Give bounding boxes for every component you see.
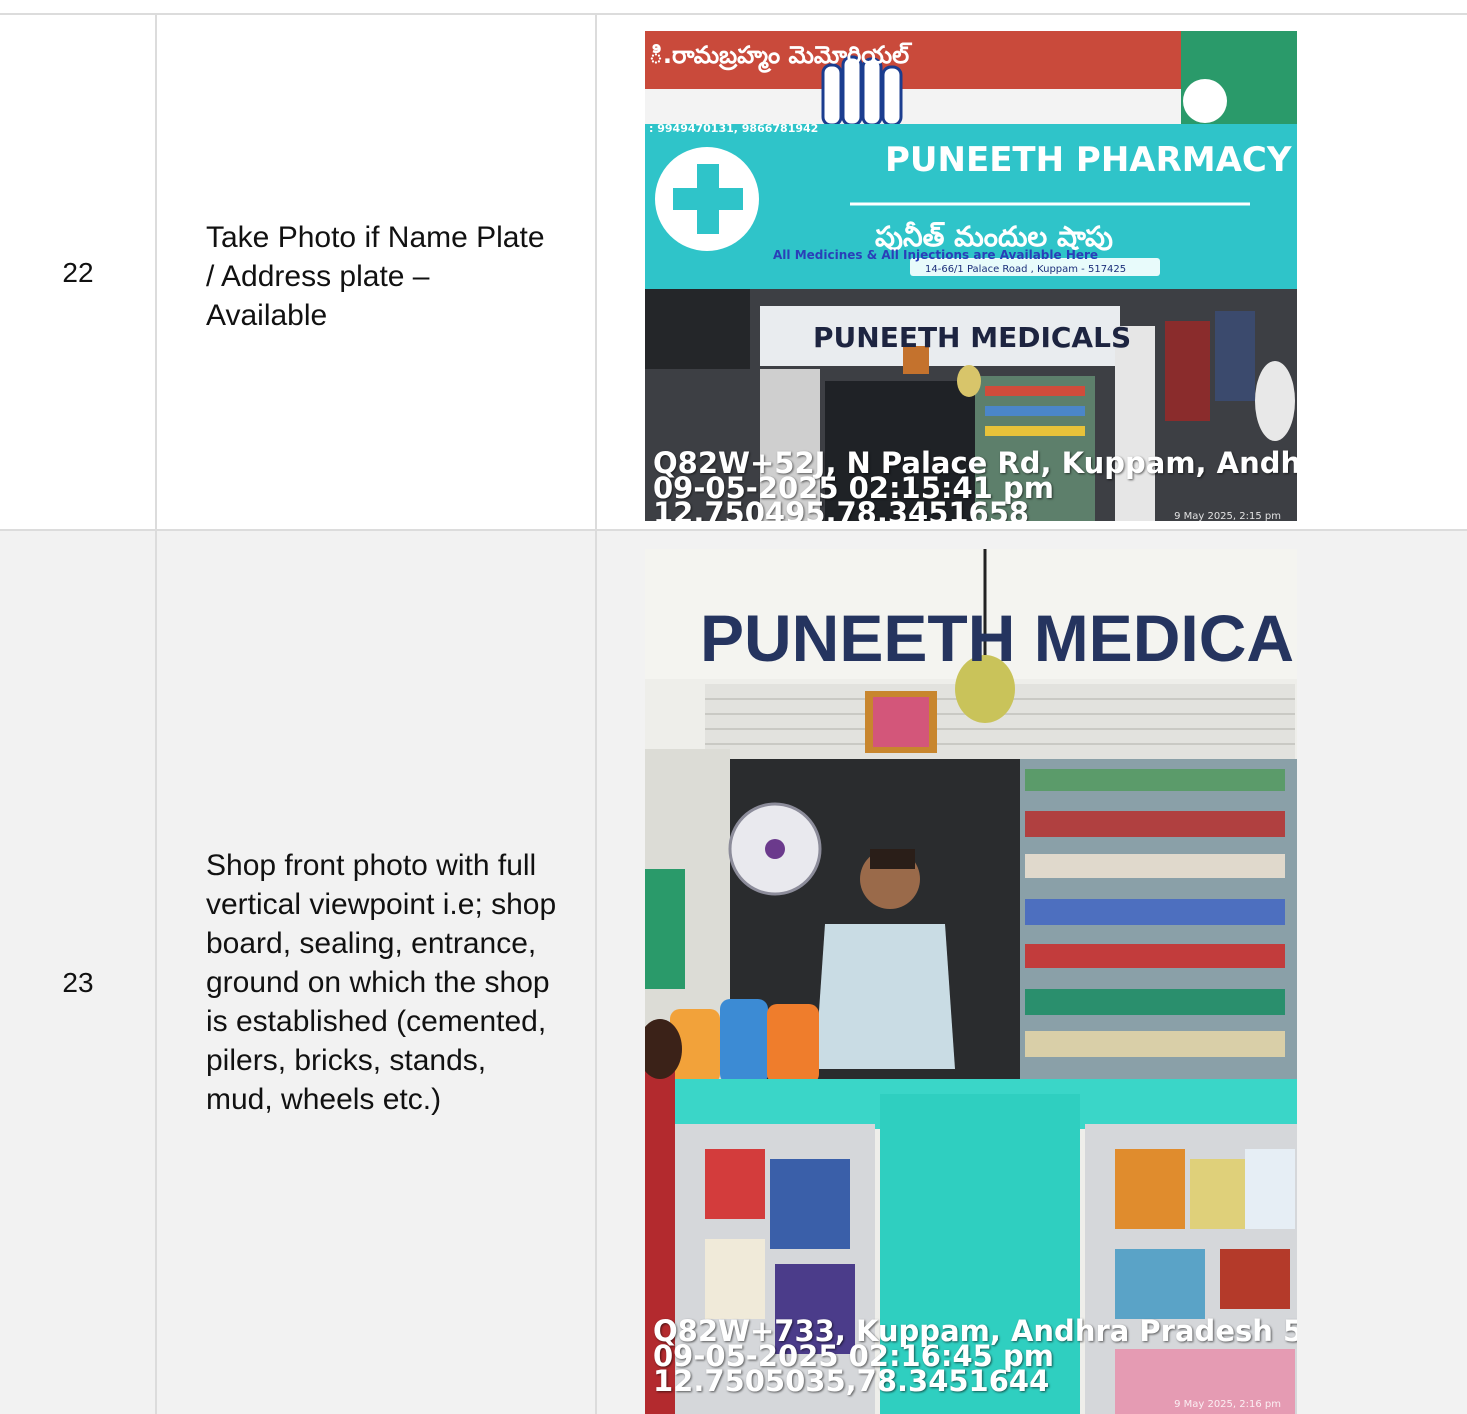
table-column-divider xyxy=(155,13,157,1414)
table-border-top xyxy=(0,13,1467,15)
geotag-coordinates: 12.7505035,78.3451644 xyxy=(653,1364,1050,1398)
row-number-text: 23 xyxy=(62,966,94,998)
row-number-text: 22 xyxy=(62,256,94,288)
sign-title: PUNEETH PHARMACY xyxy=(885,140,1292,180)
table-row-divider xyxy=(0,529,1467,531)
lower-sign: PUNEETH MEDICALS xyxy=(813,321,1131,354)
description-line: Available xyxy=(206,299,328,332)
description-line: board, sealing, entrance, xyxy=(206,927,537,960)
row-number: 22 xyxy=(0,15,156,530)
description-line: ground on which the shop xyxy=(206,966,550,999)
sign-phone: : 9949470131, 9866781942 xyxy=(649,122,818,135)
description-line: Shop front photo with full xyxy=(206,849,537,882)
document-page: 22 Take Photo if Name Plate / Address pl… xyxy=(0,0,1467,1414)
camera-timestamp: 9 May 2025, 2:16 pm xyxy=(1174,1399,1281,1410)
wall-sign: PUNEETH MEDICAL xyxy=(700,601,1297,675)
table-column-divider xyxy=(595,13,597,1414)
shop-front-photo: PUNEETH MEDICAL Q82W+733, Kuppam, Andhra… xyxy=(645,549,1297,1414)
description-line: / Address plate – xyxy=(206,260,430,293)
description-line: vertical viewpoint i.e; shop xyxy=(206,888,557,921)
row-description: Take Photo if Name Plate / Address plate… xyxy=(206,15,586,538)
top-banner: ి.రామబ్రహ్మం మెమోరియల్ xyxy=(649,41,912,73)
table-row-23: 23 Shop front photo with full vertical v… xyxy=(0,531,1467,1414)
sign-subtitle: All Medicines & All Injections are Avail… xyxy=(773,248,1098,262)
description-line: Take Photo if Name Plate xyxy=(206,221,545,254)
description-line: mud, wheels etc.) xyxy=(206,1083,442,1116)
camera-timestamp: 9 May 2025, 2:15 pm xyxy=(1174,511,1281,521)
description-line: pilers, bricks, stands, xyxy=(206,1044,487,1077)
table-row-22: 22 Take Photo if Name Plate / Address pl… xyxy=(0,15,1467,530)
geotag-overlay: Q82W+733, Kuppam, Andhra Pradesh 5174 09… xyxy=(653,1317,1297,1398)
name-plate-photo: PUNEETH PHARMACY పునీత్ మందుల షాపు All M… xyxy=(645,31,1297,521)
description-line: is established (cemented, xyxy=(206,1005,547,1038)
row-number: 23 xyxy=(0,531,156,1414)
sign-address: 14-66/1 Palace Road , Kuppam - 517425 xyxy=(925,264,1126,275)
shop-front-photo-image: PUNEETH MEDICAL xyxy=(645,549,1297,1414)
row-description: Shop front photo with full vertical view… xyxy=(206,531,586,1414)
